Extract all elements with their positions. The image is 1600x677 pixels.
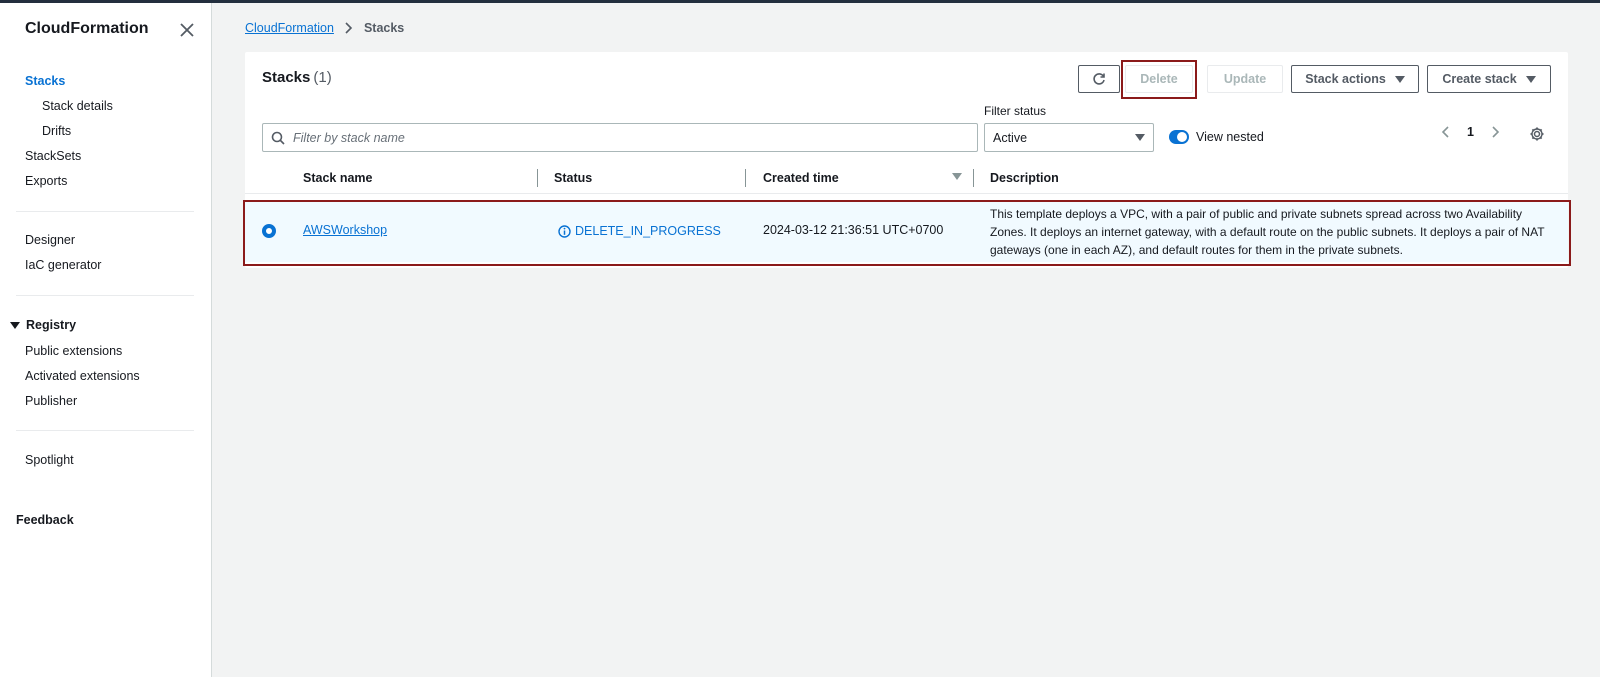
view-nested-label: View nested [1196, 130, 1264, 144]
chevron-right-icon [345, 22, 353, 34]
stack-name-link[interactable]: AWSWorkshop [303, 223, 387, 237]
stack-actions-label: Stack actions [1305, 72, 1386, 86]
sidebar-item-exports[interactable]: Exports [25, 174, 67, 188]
search-input[interactable] [293, 130, 953, 145]
row-select-radio[interactable] [262, 224, 276, 238]
status-badge: DELETE_IN_PROGRESS [558, 224, 721, 238]
created-time: 2024-03-12 21:36:51 UTC+0700 [763, 223, 944, 237]
stacks-title: Stacks [262, 69, 311, 86]
breadcrumb-root-link[interactable]: CloudFormation [245, 21, 334, 35]
chevron-left-icon[interactable] [1441, 125, 1451, 139]
sidebar-title: CloudFormation [25, 20, 149, 37]
table-header: Stack name Status Created time Descripti… [245, 162, 1568, 194]
sidebar-item-spotlight[interactable]: Spotlight [25, 453, 74, 467]
create-stack-button[interactable]: Create stack [1427, 65, 1551, 93]
sidebar-item-activated-extensions[interactable]: Activated extensions [25, 369, 140, 383]
delete-button[interactable]: Delete [1125, 65, 1193, 93]
sidebar-divider [16, 211, 194, 212]
column-header-stack-name[interactable]: Stack name [303, 171, 372, 185]
settings-gear-icon[interactable] [1529, 126, 1545, 142]
sidebar-item-stacksets[interactable]: StackSets [25, 149, 81, 163]
sidebar-section-registry[interactable]: Registry [10, 318, 76, 332]
column-header-description[interactable]: Description [990, 171, 1059, 185]
filter-status-label: Filter status [984, 104, 1047, 118]
filter-status-value: Active [993, 130, 1028, 145]
registry-label: Registry [26, 318, 77, 332]
current-page[interactable]: 1 [1467, 125, 1474, 139]
sidebar-item-publisher[interactable]: Publisher [25, 394, 77, 408]
stack-actions-button[interactable]: Stack actions [1291, 65, 1419, 93]
search-field[interactable] [262, 123, 978, 152]
sidebar-item-designer[interactable]: Designer [25, 233, 75, 247]
caret-down-icon [1394, 75, 1405, 83]
sidebar-divider [16, 295, 194, 296]
stacks-count: (1) [313, 69, 332, 86]
feedback-link[interactable]: Feedback [16, 513, 74, 527]
caret-down-icon [10, 321, 20, 329]
pagination: 1 [1441, 125, 1500, 139]
column-divider [973, 169, 974, 187]
create-stack-label: Create stack [1442, 72, 1517, 86]
sidebar-divider [16, 430, 194, 431]
column-divider [745, 169, 746, 187]
sidebar-item-stacks[interactable]: Stacks [25, 74, 65, 88]
sidebar-item-iac-generator[interactable]: IaC generator [25, 258, 101, 272]
caret-down-icon [1135, 134, 1145, 141]
breadcrumb: CloudFormation Stacks [245, 21, 404, 35]
view-nested-toggle[interactable] [1169, 130, 1189, 144]
close-icon[interactable] [178, 21, 196, 39]
search-icon [271, 131, 285, 145]
column-divider [537, 169, 538, 187]
refresh-button[interactable] [1078, 65, 1120, 93]
stacks-panel: Stacks (1) Delete Update Stack actions Cr… [245, 52, 1568, 268]
page-title: Stacks (1) [262, 69, 332, 86]
stack-description: This template deploys a VPC, with a pair… [990, 207, 1545, 257]
sort-descending-icon[interactable] [952, 173, 962, 180]
refresh-icon [1093, 73, 1105, 85]
status-text: DELETE_IN_PROGRESS [575, 224, 721, 238]
column-header-created-time[interactable]: Created time [763, 171, 839, 185]
column-header-status[interactable]: Status [554, 171, 592, 185]
sidebar: CloudFormation Stacks Stack details Drif… [0, 3, 212, 677]
filter-status-select[interactable]: Active [984, 123, 1154, 152]
update-button[interactable]: Update [1207, 65, 1283, 93]
table-row[interactable]: AWSWorkshop DELETE_IN_PROGRESS 2024-03-1… [245, 200, 1568, 262]
caret-down-icon [1525, 75, 1536, 83]
sidebar-item-public-extensions[interactable]: Public extensions [25, 344, 122, 358]
info-icon [558, 224, 571, 238]
sidebar-item-drifts[interactable]: Drifts [42, 124, 71, 138]
breadcrumb-current: Stacks [363, 21, 405, 35]
chevron-right-icon[interactable] [1490, 125, 1500, 139]
sidebar-item-stack-details[interactable]: Stack details [42, 99, 113, 113]
top-bar [0, 0, 1600, 3]
